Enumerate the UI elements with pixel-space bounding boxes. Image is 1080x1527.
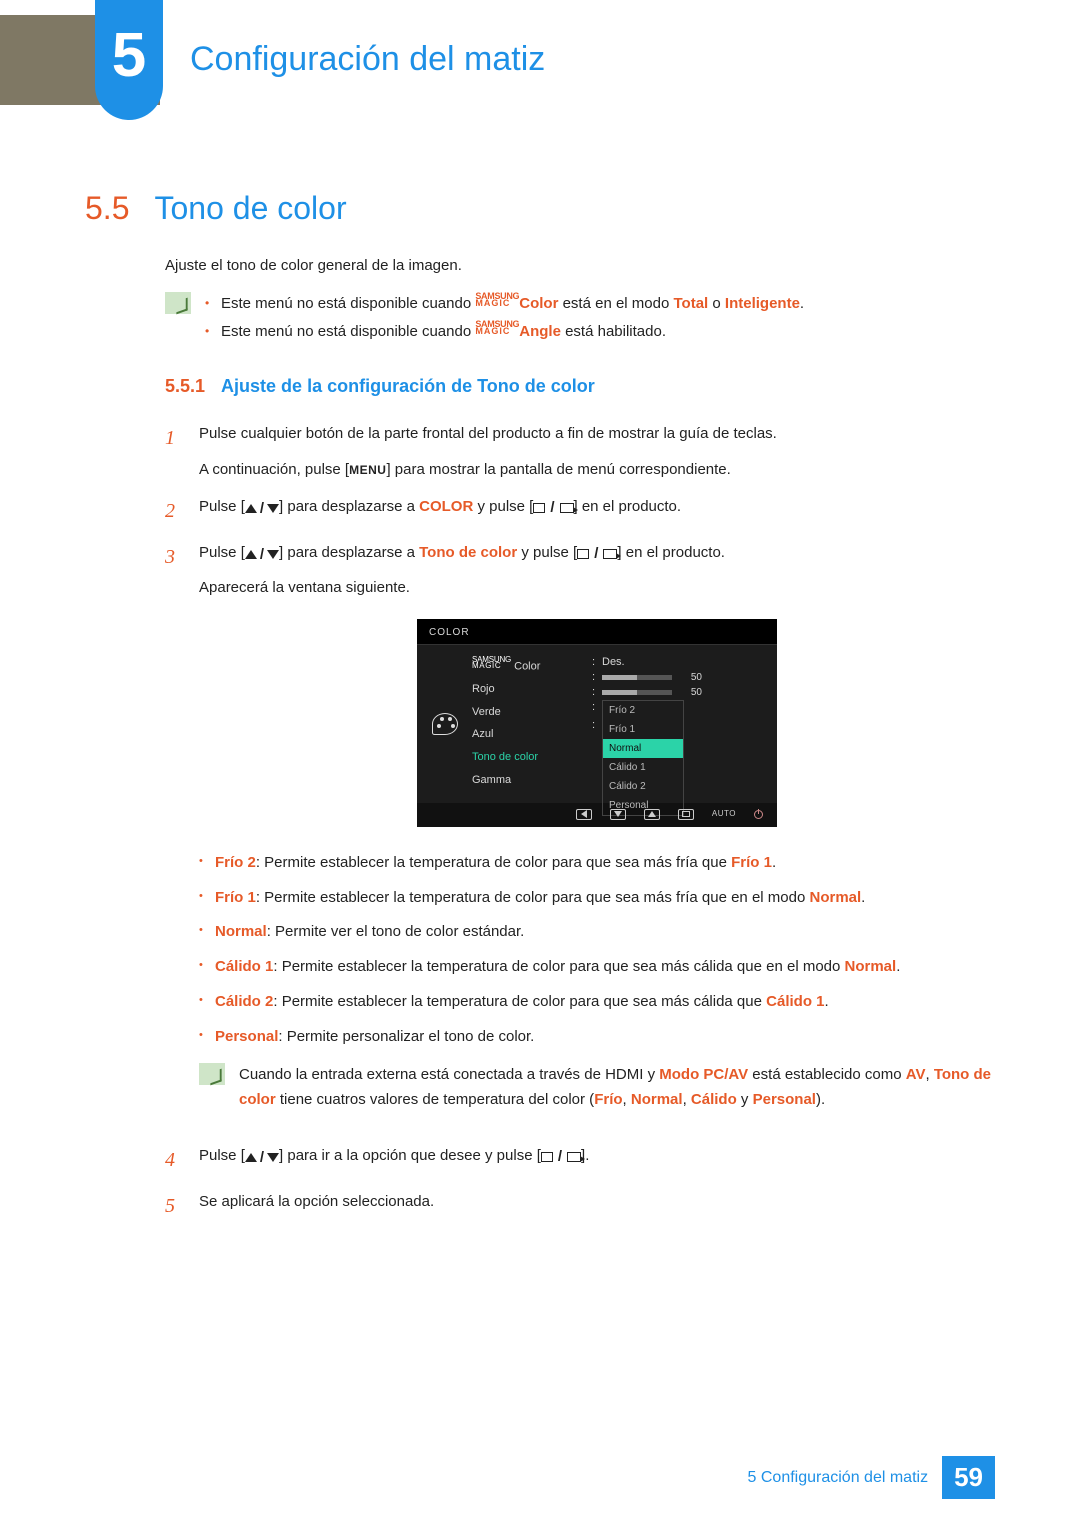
option-desc: Frío 2: Permite establecer la temperatur… xyxy=(199,851,995,876)
section-title: Tono de color xyxy=(154,190,346,227)
osd-menu: SAMSUNGMAGIC Color Rojo Verde Azul Tono … xyxy=(472,645,592,804)
step-number: 5 xyxy=(165,1189,183,1223)
step-number: 4 xyxy=(165,1143,183,1177)
subsection-number: 5.5.1 xyxy=(165,376,205,397)
subsection-title: Ajuste de la configuración de Tono de co… xyxy=(221,376,595,397)
footer-breadcrumb: 5 Configuración del matiz xyxy=(748,1469,929,1487)
step-body: Pulse [/] para desplazarse a COLOR y pul… xyxy=(199,494,995,528)
option-desc: Cálido 2: Permite establecer la temperat… xyxy=(199,990,995,1015)
chapter-number-badge: 5 xyxy=(95,0,163,120)
power-icon xyxy=(754,810,763,819)
menu-button-label: MENU xyxy=(349,463,386,477)
up-down-icon: / xyxy=(245,542,279,568)
step-number: 3 xyxy=(165,540,183,1131)
option-desc: Cálido 1: Permite establecer la temperat… xyxy=(199,955,995,980)
hdmi-note: Cuando la entrada externa está conectada… xyxy=(239,1063,995,1113)
section-intro: Ajuste el tono de color general de la im… xyxy=(165,257,995,274)
page-number: 59 xyxy=(942,1456,995,1499)
step-body: Pulse [/] para ir a la opción que desee … xyxy=(199,1143,995,1177)
chapter-title: Configuración del matiz xyxy=(190,40,545,79)
osd-values: :Des. :50 :50 : : Frío 2 Frío 1 Normal C… xyxy=(592,645,777,804)
step-body: Pulse [/] para desplazarse a Tono de col… xyxy=(199,540,995,1131)
option-desc: Personal: Permite personalizar el tono d… xyxy=(199,1025,995,1050)
enter-icon: / xyxy=(577,541,617,567)
note-list: Este menú no está disponible cuando SAMS… xyxy=(205,292,995,348)
option-desc: Frío 1: Permite establecer la temperatur… xyxy=(199,886,995,911)
osd-panel: COLOR SAMSUNGMAGIC Color Rojo Verde Azul… xyxy=(417,619,777,827)
note-icon xyxy=(165,292,191,314)
note-icon xyxy=(199,1063,225,1085)
samsung-magic-label: SAMSUNGMAGIC xyxy=(475,321,519,335)
step-number: 2 xyxy=(165,494,183,528)
up-down-icon: / xyxy=(245,1145,279,1171)
note-item: Este menú no está disponible cuando SAMS… xyxy=(205,320,995,344)
samsung-magic-label: SAMSUNGMAGIC xyxy=(475,293,519,307)
osd-footer: AUTO xyxy=(417,803,777,827)
palette-icon xyxy=(432,713,458,735)
osd-dropdown: Frío 2 Frío 1 Normal Cálido 1 Cálido 2 P… xyxy=(602,700,684,816)
enter-icon: / xyxy=(533,495,573,521)
section-number: 5.5 xyxy=(85,190,129,227)
osd-title: COLOR xyxy=(417,619,777,645)
note-item: Este menú no está disponible cuando SAMS… xyxy=(205,292,995,316)
enter-icon: / xyxy=(541,1144,581,1170)
option-desc: Normal: Permite ver el tono de color est… xyxy=(199,920,995,945)
up-down-icon: / xyxy=(245,496,279,522)
step-body: Se aplicará la opción seleccionada. xyxy=(199,1189,995,1223)
step-number: 1 xyxy=(165,421,183,482)
step-body: Pulse cualquier botón de la parte fronta… xyxy=(199,421,995,482)
